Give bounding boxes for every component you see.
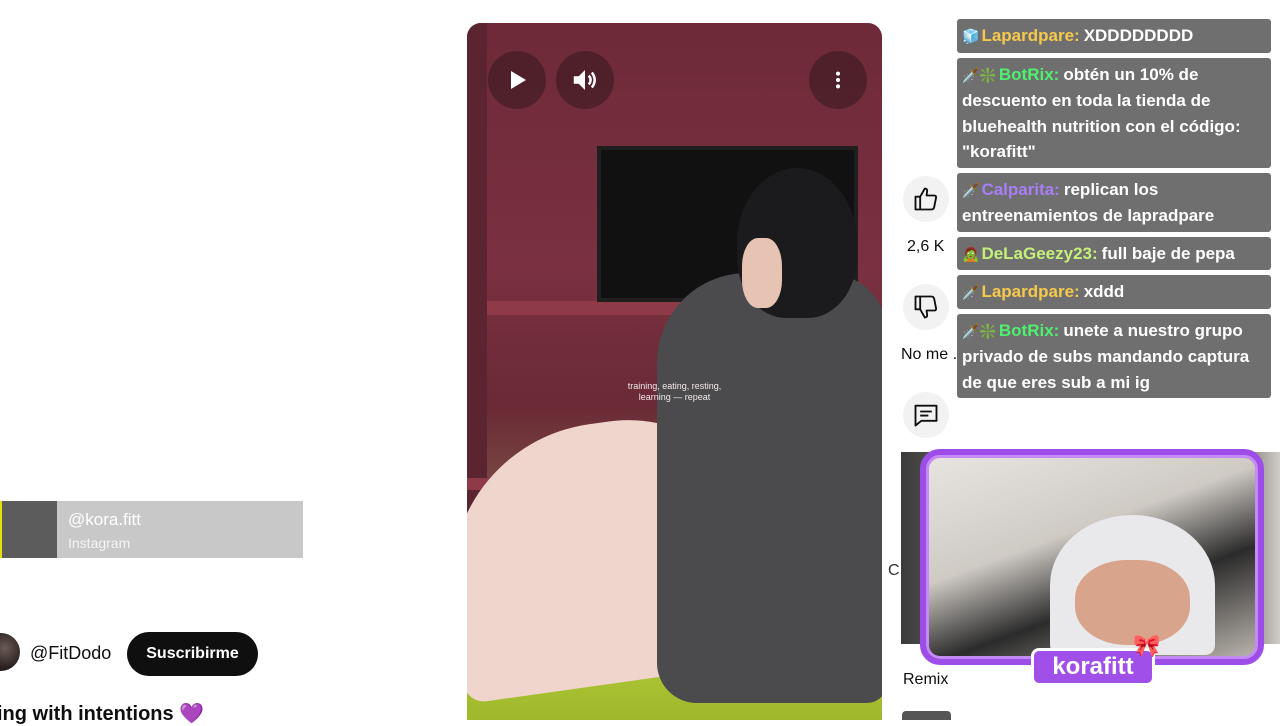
next-video-thumbnail[interactable] xyxy=(902,711,951,720)
chat-username: Lapardpare: xyxy=(981,282,1080,301)
person-face xyxy=(742,238,782,308)
chat-message: 🧟 DeLaGeezy23: full baje de pepa xyxy=(957,236,1271,270)
chat-message: 🗡️ Calparita: replican los entreenamientos… xyxy=(957,172,1271,232)
chat-message: 🗡️❇️ BotRix: obtén un 10% de descuento en … xyxy=(957,57,1271,168)
person-hoodie xyxy=(657,273,882,703)
chat-username: DeLaGeezy23: xyxy=(981,243,1098,263)
play-icon xyxy=(511,71,526,89)
remix-label[interactable]: Remix xyxy=(903,671,948,689)
overlay-thumbnail xyxy=(2,501,57,558)
chat-badge-icon: 🗡️ xyxy=(962,284,980,300)
video-title: ing with intentions 💜 xyxy=(0,701,204,726)
overlay-handle: @kora.fitt xyxy=(68,510,141,529)
like-count: 2,6 K xyxy=(907,238,945,255)
chat-overlay: 🧊 Lapardpare: XDDDDDDDD 🗡️❇️ BotRix: obtén u… xyxy=(957,19,1271,403)
chat-text: full baje de pepa xyxy=(1101,243,1235,263)
chat-username: Calparita: xyxy=(981,179,1060,199)
chat-text: XDDDDDDDD xyxy=(1083,26,1194,45)
chat-username: Lapardpare: xyxy=(981,26,1080,45)
chat-message: 🗡️ Lapardpare: xddd xyxy=(957,275,1271,309)
channel-name[interactable]: @FitDodo xyxy=(30,643,111,664)
subscribe-button[interactable]: Suscribirme xyxy=(127,632,258,676)
chat-text: xddd xyxy=(1083,282,1125,301)
dislike-button[interactable] xyxy=(903,284,949,330)
video-title-text: ing with intentions xyxy=(0,703,174,725)
instagram-overlay-card: @kora.fitt Instagram xyxy=(0,501,303,558)
thumbs-down-icon xyxy=(914,295,938,319)
comments-button[interactable] xyxy=(903,392,949,438)
channel-avatar[interactable] xyxy=(0,633,20,671)
chat-badge-icon: 🧊 xyxy=(962,28,980,44)
video-caption-line: training, eating, resting, xyxy=(627,381,722,391)
play-button[interactable] xyxy=(488,51,546,109)
volume-icon xyxy=(573,70,596,90)
comment-icon xyxy=(914,404,938,427)
bow-icon: 🎀 xyxy=(1133,633,1161,658)
video-player[interactable]: training, eating, resting, learning — re… xyxy=(467,23,882,720)
more-vertical-icon xyxy=(835,71,841,89)
video-caption-line: learning — repeat xyxy=(638,392,711,402)
chat-badge-icon: 🗡️ xyxy=(962,181,980,198)
chat-badge-icon: 🗡️❇️ xyxy=(962,322,997,339)
overlay-platform: Instagram xyxy=(68,535,131,551)
chat-badge-icon: 🗡️❇️ xyxy=(962,66,997,83)
chat-message: 🗡️❇️ BotRix: unete a nuestro grupo privado… xyxy=(957,313,1271,398)
chat-username: BotRix: xyxy=(998,320,1060,340)
like-button[interactable] xyxy=(903,176,949,222)
partial-rail-label: C xyxy=(888,562,900,579)
chat-badge-icon: 🧟 xyxy=(962,245,980,262)
purple-heart-emoji: 💜 xyxy=(179,703,205,725)
more-options-button[interactable] xyxy=(809,51,867,109)
thumbs-up-icon xyxy=(914,187,938,211)
volume-button[interactable] xyxy=(556,51,614,109)
chat-username: BotRix: xyxy=(998,64,1060,84)
video-caption: training, eating, resting, learning — re… xyxy=(617,381,732,403)
chat-message: 🧊 Lapardpare: XDDDDDDDD xyxy=(957,19,1271,53)
